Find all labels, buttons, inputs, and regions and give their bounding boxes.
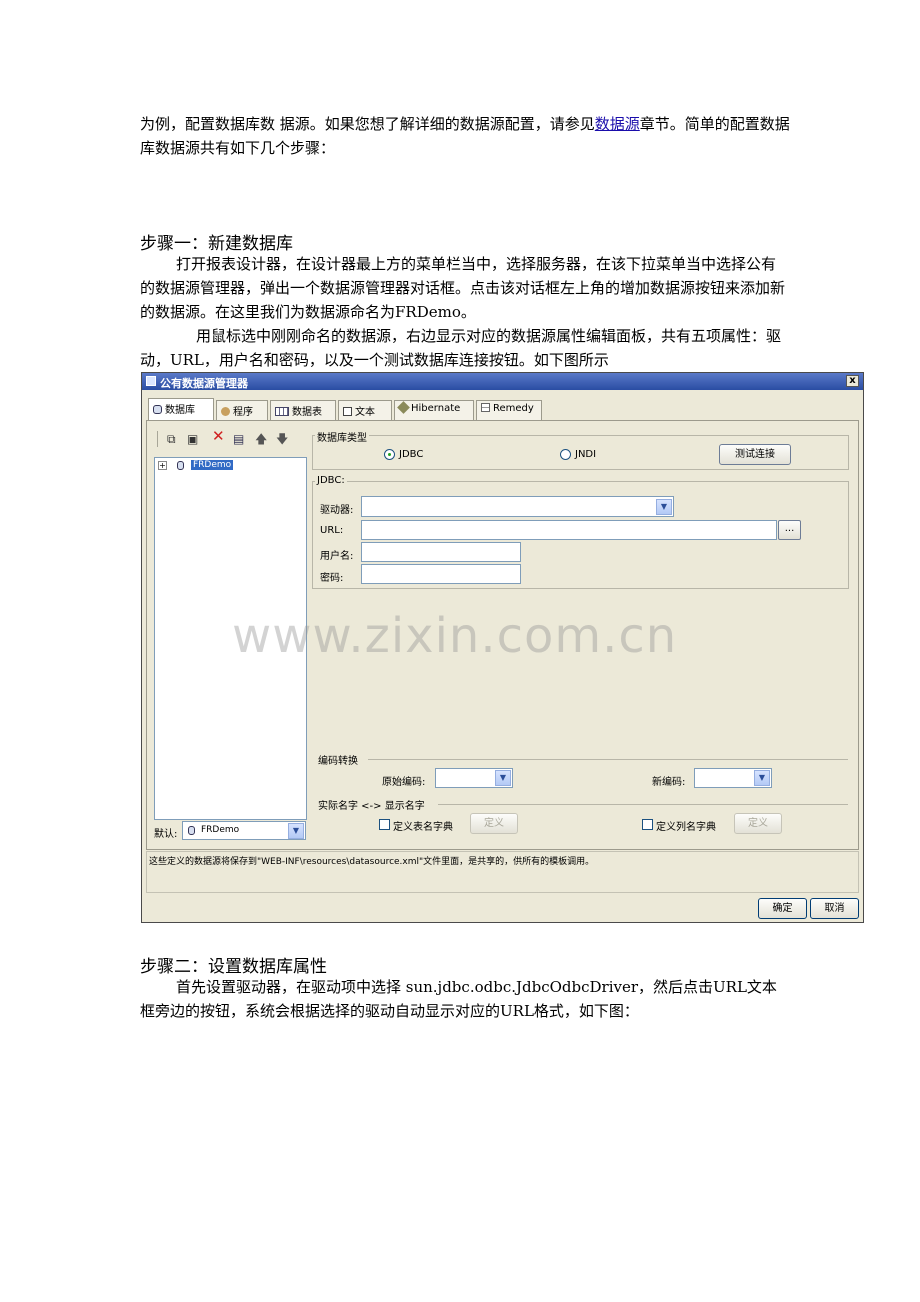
radio-jndi-label: JNDI	[575, 449, 597, 460]
encoding-group-label: 编码转换	[318, 756, 358, 767]
naming-divider	[438, 804, 848, 805]
original-encoding-label: 原始编码:	[382, 777, 426, 788]
step2-heading: 步骤二：设置数据库属性	[140, 957, 327, 977]
info-text: 这些定义的数据源将保存到"WEB-INF\resources\datasourc…	[149, 857, 595, 867]
step1-heading: 步骤一：新建数据库	[140, 234, 293, 254]
password-input[interactable]	[361, 564, 521, 584]
radio-jdbc-label: JDBC	[399, 449, 424, 460]
close-button[interactable]: x	[846, 375, 859, 387]
url-browse-button[interactable]: ...	[778, 520, 801, 540]
rename-icon[interactable]: ▤	[233, 432, 244, 446]
tab-datatable[interactable]: 数据表	[270, 400, 336, 420]
column-dict-checkbox[interactable]	[642, 819, 653, 830]
jdbc-group-label: JDBC:	[315, 475, 347, 486]
intro-text-a: 为例，配置数据库数 据源。如果您想了解详细的数据源配置，请参见	[140, 115, 595, 133]
dialog-titlebar: 公有数据源管理器 x	[142, 373, 863, 390]
tab-remedy[interactable]: Remedy	[476, 400, 542, 420]
url-input[interactable]	[361, 520, 777, 540]
radio-jdbc[interactable]	[384, 449, 395, 460]
remedy-icon	[481, 403, 490, 412]
cancel-button[interactable]: 取消	[810, 898, 859, 919]
tab-hibernate[interactable]: Hibernate	[394, 400, 474, 420]
table-dict-checkbox[interactable]	[379, 819, 390, 830]
encoding-divider	[368, 759, 848, 760]
database-icon	[177, 461, 184, 470]
new-encoding-label: 新编码:	[652, 777, 686, 788]
naming-group-label: 实际名字 <-> 显示名字	[318, 801, 425, 812]
test-connection-button[interactable]: 测试连接	[719, 444, 791, 465]
define-table-dict-button[interactable]: 定义	[470, 813, 518, 834]
default-value: FRDemo	[201, 825, 240, 835]
tab-database[interactable]: 数据库	[148, 398, 214, 421]
datatable-icon	[275, 407, 289, 416]
tab-label: 文本	[355, 407, 375, 418]
driver-label: 驱动器:	[320, 505, 354, 516]
database-icon	[153, 405, 162, 414]
password-label: 密码:	[320, 573, 344, 584]
default-label: 默认:	[154, 829, 178, 840]
expand-icon[interactable]: +	[158, 461, 167, 470]
chevron-down-icon[interactable]: ▼	[754, 770, 770, 786]
define-column-dict-button[interactable]: 定义	[734, 813, 782, 834]
info-panel: 这些定义的数据源将保存到"WEB-INF\resources\datasourc…	[146, 851, 859, 893]
tab-label: Remedy	[493, 403, 534, 414]
default-datasource-select[interactable]: FRDemo ▼	[182, 821, 306, 840]
dialog-title: 公有数据源管理器	[160, 377, 248, 390]
text-file-icon	[343, 407, 352, 416]
column-dict-label: 定义列名字典	[656, 822, 716, 833]
chevron-down-icon[interactable]: ▼	[495, 770, 511, 786]
intro-paragraph: 为例，配置数据库数 据源。如果您想了解详细的数据源配置，请参见数据源章节。简单的…	[140, 112, 790, 160]
datasource-link[interactable]: 数据源	[595, 115, 640, 133]
tab-label: 数据库	[165, 405, 195, 416]
username-label: 用户名:	[320, 551, 354, 562]
program-icon	[221, 407, 230, 416]
new-encoding-select[interactable]: ▼	[694, 768, 772, 788]
step1-paragraph-1: 打开报表设计器，在设计器最上方的菜单栏当中，选择服务器，在该下拉菜单当中选择公有…	[140, 255, 786, 321]
new-datasource-icon[interactable]: ⧉	[167, 432, 176, 446]
tab-program[interactable]: 程序	[216, 400, 268, 420]
move-up-icon[interactable]: 🡅	[255, 432, 267, 446]
url-label: URL:	[320, 525, 344, 536]
new-folder-icon[interactable]: ▣	[187, 432, 198, 446]
step2-paragraph: 首先设置驱动器，在驱动项中选择 sun.jdbc.odbc.JdbcOdbcDr…	[140, 978, 777, 1020]
tab-label: 数据表	[292, 407, 322, 418]
driver-select[interactable]: ▼	[361, 496, 674, 517]
tab-label: Hibernate	[411, 403, 461, 414]
chevron-down-icon[interactable]: ▼	[288, 823, 304, 839]
original-encoding-select[interactable]: ▼	[435, 768, 513, 788]
window-icon	[146, 376, 156, 386]
tab-text[interactable]: 文本	[338, 400, 392, 420]
hibernate-icon	[397, 401, 410, 414]
tab-label: 程序	[233, 407, 253, 418]
chevron-down-icon[interactable]: ▼	[656, 499, 672, 515]
table-dict-label: 定义表名字典	[393, 822, 453, 833]
tree-item-frdemo[interactable]: FRDemo	[191, 460, 234, 470]
step1-paragraph-2: 用鼠标选中刚刚命名的数据源，右边显示对应的数据源属性编辑面板，共有五项属性：驱动…	[140, 327, 782, 369]
watermark: www.zixin.com.cn	[232, 608, 678, 664]
username-input[interactable]	[361, 542, 521, 562]
toolbar-separator	[157, 431, 158, 447]
db-type-label: 数据库类型	[315, 429, 369, 444]
database-icon	[188, 826, 195, 835]
move-down-icon[interactable]: 🡇	[276, 432, 288, 446]
delete-icon[interactable]: ✕	[212, 429, 225, 444]
radio-jndi[interactable]	[560, 449, 571, 460]
ok-button[interactable]: 确定	[758, 898, 807, 919]
